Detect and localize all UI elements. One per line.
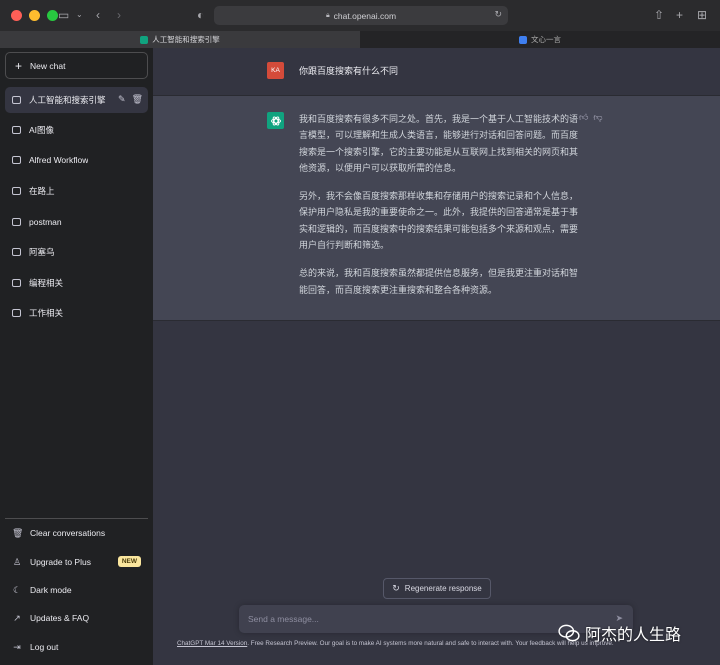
message-input[interactable] <box>248 612 588 626</box>
sidebar-item-conversation[interactable]: 在路上 <box>5 178 148 204</box>
new-tab-icon[interactable]: + <box>676 8 683 22</box>
new-chat-label: New chat <box>30 60 66 71</box>
user-message: 你跟百度搜索有什么不同 <box>299 66 399 76</box>
chat-bubble-icon <box>12 309 21 317</box>
external-link-icon: ↗ <box>13 612 21 623</box>
minimize-window-button[interactable] <box>29 10 40 21</box>
thumbs-down-icon[interactable]: 👎︎ <box>593 112 602 123</box>
conversation-label: 工作相关 <box>29 308 64 318</box>
conversation-label: 人工智能和搜索引擎 <box>29 95 106 105</box>
new-chat-button[interactable]: + New chat <box>5 52 148 79</box>
sidebar-item-conversation[interactable]: AI图像 <box>5 117 148 143</box>
edit-icon[interactable]: ✎ <box>118 94 126 105</box>
tab-overview-icon[interactable]: ⊞ <box>697 8 707 22</box>
conversation-label: AI图像 <box>29 125 55 135</box>
chat-bubble-icon <box>12 187 21 195</box>
refresh-icon: ↻ <box>392 583 400 593</box>
shield-icon[interactable]: ◐ <box>197 8 204 22</box>
conversation-label: Alfred Workflow <box>29 155 89 165</box>
logout-icon: ⇥ <box>13 641 21 652</box>
tab-chatgpt[interactable]: 人工智能和搜索引擎 <box>0 31 360 48</box>
clear-conversations-button[interactable]: 🗑︎ Clear conversations <box>5 520 148 546</box>
forward-icon[interactable]: › <box>117 8 121 22</box>
wenxin-favicon-icon <box>519 35 527 44</box>
tab-wenxin[interactable]: 文心一言 <box>360 31 720 48</box>
upgrade-label: Upgrade to Plus <box>30 557 91 567</box>
url-text: chat.openai.com <box>333 10 397 21</box>
user-icon: ♙ <box>12 556 22 567</box>
back-icon[interactable]: ‹ <box>96 8 100 22</box>
version-link[interactable]: ChatGPT Mar 14 Version <box>177 640 247 647</box>
plus-icon: + <box>15 58 23 73</box>
dark-mode-label: Dark mode <box>30 585 72 595</box>
assistant-message: 我和百度搜索有很多不同之处。首先，我是一个基于人工智能技术的语言模型，可以理解和… <box>299 111 579 310</box>
assistant-paragraph: 我和百度搜索有很多不同之处。首先，我是一个基于人工智能技术的语言模型，可以理解和… <box>299 114 579 173</box>
window-controls <box>11 10 58 21</box>
new-badge: NEW <box>117 556 141 567</box>
sidebar-toggle-icon[interactable]: ▭ <box>58 8 69 22</box>
chat-main: KA 你跟百度搜索有什么不同 我和百度搜索有很多不同之处。首先，我是一个基于人工… <box>153 48 720 665</box>
sidebar-item-conversation[interactable]: Alfred Workflow <box>5 147 148 173</box>
conversation-label: 编程相关 <box>29 278 64 288</box>
chat-bubble-icon <box>12 218 21 226</box>
sidebar-item-conversation[interactable]: 阿塞乌 <box>5 239 148 265</box>
conversation-label: 阿塞乌 <box>29 247 55 257</box>
trash-icon[interactable]: 🗑︎ <box>132 94 143 105</box>
regenerate-response-button[interactable]: ↻ Regenerate response <box>383 578 491 599</box>
lock-icon: 🔒︎ <box>325 11 330 19</box>
close-window-button[interactable] <box>11 10 22 21</box>
fullscreen-window-button[interactable] <box>47 10 58 21</box>
sidebar-item-conversation[interactable]: 工作相关 <box>5 300 148 326</box>
upgrade-to-plus-button[interactable]: ♙ Upgrade to Plus NEW <box>5 549 148 575</box>
updates-faq-label: Updates & FAQ <box>30 613 90 623</box>
tab-label: 人工智能和搜索引擎 <box>152 35 220 44</box>
sidebar: + New chat 人工智能和搜索引擎 ✎ 🗑︎ AI图像 Alfred Wo… <box>0 48 153 665</box>
reload-icon[interactable]: ↻ <box>494 9 502 20</box>
share-icon[interactable]: ⇧ <box>654 8 664 22</box>
chatgpt-favicon-icon <box>140 35 149 44</box>
user-avatar: KA <box>267 62 284 79</box>
chat-bubble-icon <box>12 279 21 287</box>
regenerate-label: Regenerate response <box>404 584 482 593</box>
chat-bubble-icon <box>12 96 21 104</box>
assistant-message-row: 我和百度搜索有很多不同之处。首先，我是一个基于人工智能技术的语言模型，可以理解和… <box>153 96 720 321</box>
browser-titlebar: ▭ ⌄ ‹ › ◐ 🔒︎ chat.openai.com ↻ ⇧ + ⊞ <box>0 0 720 31</box>
watermark-text: 阿杰的人生路 <box>585 627 682 644</box>
log-out-label: Log out <box>30 642 59 652</box>
tab-bar: 人工智能和搜索引擎 文心一言 <box>0 31 720 48</box>
moon-icon: ☾ <box>12 584 22 595</box>
conversation-label: postman <box>29 217 62 227</box>
dark-mode-button[interactable]: ☾ Dark mode <box>5 577 148 603</box>
log-out-button[interactable]: ⇥ Log out <box>5 634 148 660</box>
clear-conversations-label: Clear conversations <box>30 528 106 538</box>
chat-bubble-icon <box>12 156 21 164</box>
user-message-row: KA 你跟百度搜索有什么不同 <box>153 48 720 96</box>
trash-icon: 🗑︎ <box>12 527 24 538</box>
assistant-paragraph: 总的来说，我和百度搜索虽然都提供信息服务，但是我更注重对话和智能回答，而百度搜索… <box>299 268 579 295</box>
tab-label: 文心一言 <box>531 35 561 44</box>
watermark: 阿杰的人生路 <box>558 620 681 646</box>
sidebar-item-conversation[interactable]: 编程相关 <box>5 270 148 296</box>
chevron-down-icon[interactable]: ⌄ <box>76 8 83 22</box>
assistant-paragraph: 另外，我不会像百度搜索那样收集和存储用户的搜索记录和个人信息，保护用户隐私是我的… <box>299 191 579 251</box>
wechat-icon <box>558 624 580 642</box>
sidebar-item-conversation[interactable]: 人工智能和搜索引擎 ✎ 🗑︎ <box>5 87 148 113</box>
sidebar-divider <box>5 518 148 519</box>
thumbs-up-icon[interactable]: 👍︎ <box>579 112 588 123</box>
chat-bubble-icon <box>12 126 21 134</box>
address-bar[interactable]: 🔒︎ chat.openai.com ↻ <box>214 6 508 25</box>
sidebar-item-conversation[interactable]: postman <box>5 209 148 235</box>
openai-logo-icon <box>267 112 284 129</box>
chat-bubble-icon <box>12 248 21 256</box>
updates-faq-link[interactable]: ↗ Updates & FAQ <box>5 605 148 631</box>
conversation-label: 在路上 <box>29 186 55 196</box>
